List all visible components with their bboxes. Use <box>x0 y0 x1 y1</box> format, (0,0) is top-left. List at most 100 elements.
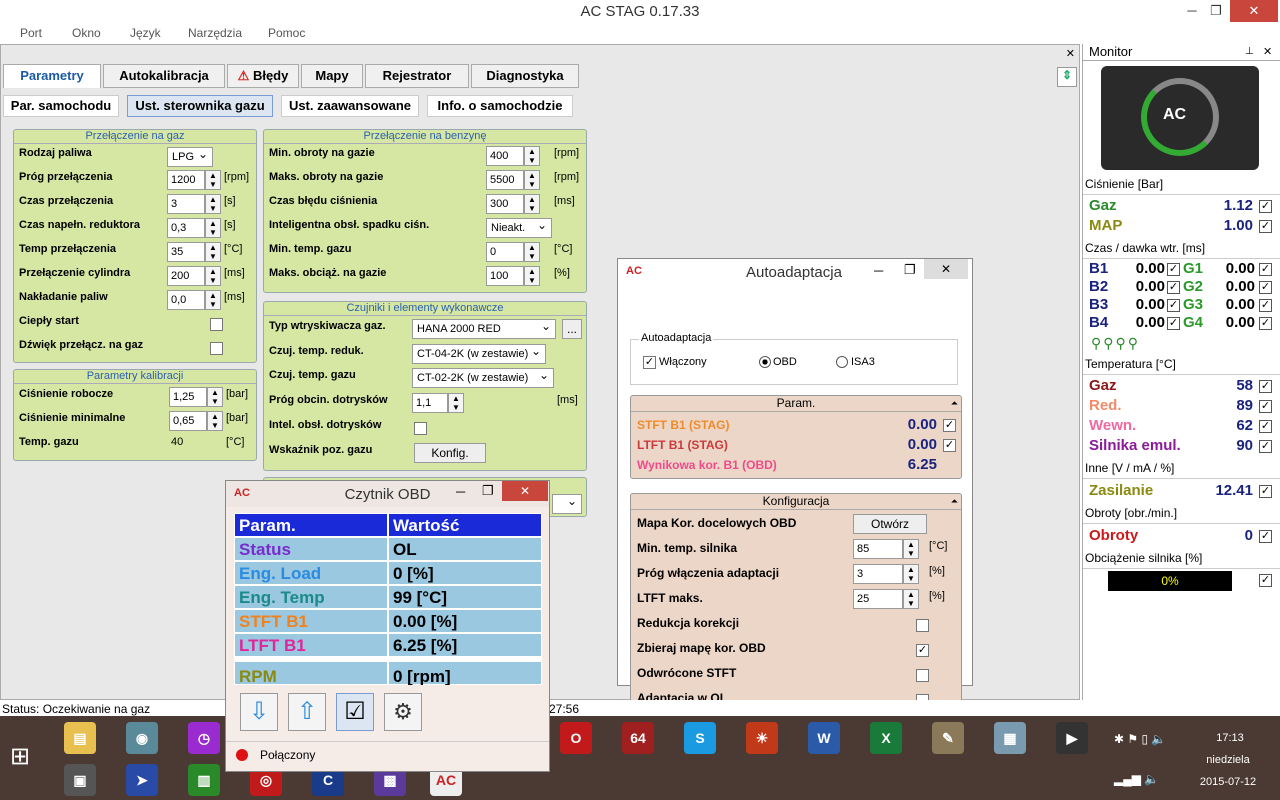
close-button[interactable]: ✕ <box>1230 0 1278 22</box>
spinner[interactable]: ▲ ▼ <box>205 218 221 238</box>
intel-injection-checkbox[interactable] <box>414 422 427 435</box>
spinner[interactable]: ▲ ▼ <box>205 170 221 190</box>
close-icon[interactable]: ✕ <box>502 481 548 501</box>
minimize-icon[interactable]: ─ <box>874 263 883 278</box>
gas-pressure-checkbox[interactable]: ✓ <box>1259 200 1272 213</box>
maximize-button[interactable]: ❐ <box>1204 0 1228 22</box>
spinner[interactable]: ▲ ▼ <box>524 242 540 262</box>
injector-type-select[interactable]: HANA 2000 RED <box>412 317 556 339</box>
media-icon[interactable]: ▶ <box>1056 722 1088 754</box>
spinner[interactable]: ▲ ▼ <box>524 194 540 214</box>
temp-gas-checkbox[interactable]: ✓ <box>1259 380 1272 393</box>
tab-bledy[interactable]: ⚠ Błędy <box>227 64 299 88</box>
working-pressure-input[interactable]: 1,25 <box>169 387 207 407</box>
config-button[interactable]: Konfig. <box>414 443 486 463</box>
reducer-fill-input[interactable]: 0,3 <box>167 218 205 238</box>
spinner[interactable]: ▲ ▼ <box>205 290 221 310</box>
inverted-stft-checkbox[interactable] <box>916 669 929 682</box>
pin-icon[interactable]: ⊥ <box>1245 46 1254 57</box>
switch-temp-input[interactable]: 35 <box>167 242 205 262</box>
spinner[interactable]: ▲ ▼ <box>524 266 540 286</box>
min-rpm-input[interactable]: 400 <box>486 146 524 166</box>
explorer-icon[interactable]: ▤ <box>64 722 96 754</box>
app64-icon[interactable]: 64 <box>622 722 654 754</box>
temp-red-checkbox[interactable]: ✓ <box>1259 400 1272 413</box>
menu-pomoc[interactable]: Pomoc <box>268 26 305 40</box>
pressure-error-input[interactable]: 300 <box>486 194 524 214</box>
pin-icon[interactable]: ⇕ <box>1057 67 1077 87</box>
stft-checkbox[interactable]: ✓ <box>943 419 956 432</box>
menu-narzedzia[interactable]: Narzędzia <box>188 26 242 40</box>
network-icon[interactable]: ▂▄▆ 🔈 <box>1114 772 1159 786</box>
spinner[interactable]: ▲ ▼ <box>207 387 223 407</box>
tab-rejestrator[interactable]: Rejestrator <box>365 64 469 88</box>
arrow-up-icon[interactable]: ⇧ <box>288 693 326 731</box>
g1-checkbox[interactable]: ✓ <box>1259 263 1272 276</box>
g4-checkbox[interactable]: ✓ <box>1259 317 1272 330</box>
supply-checkbox[interactable]: ✓ <box>1259 485 1272 498</box>
reducer-sensor-select[interactable]: CT-04-2K (w zestawie) <box>412 342 546 364</box>
open-button[interactable]: Otwórz <box>853 514 927 534</box>
checkbox-icon[interactable]: ☑ <box>336 693 374 731</box>
compass-icon[interactable]: ➤ <box>126 764 158 796</box>
rpm-checkbox[interactable]: ✓ <box>1259 530 1272 543</box>
spinner[interactable]: ▲ ▼ <box>524 146 540 166</box>
temp-int-checkbox[interactable]: ✓ <box>1259 420 1272 433</box>
gear-icon[interactable]: ⚙ <box>384 693 422 731</box>
temp-engine-checkbox[interactable]: ✓ <box>1259 440 1272 453</box>
spinner[interactable]: ▲ ▼ <box>903 539 919 559</box>
clapper-icon[interactable]: ▣ <box>64 764 96 796</box>
switch-threshold-input[interactable]: 1200 <box>167 170 205 190</box>
tab-mapy[interactable]: Mapy <box>301 64 363 88</box>
menu-okno[interactable]: Okno <box>72 26 101 40</box>
tray-icons[interactable]: ✱ ⚑ ▯ 🔈 <box>1114 732 1166 746</box>
sun-icon[interactable]: ☀ <box>746 722 778 754</box>
minimize-icon[interactable]: ─ <box>456 484 465 499</box>
subtab-ust-sterownika[interactable]: Ust. sterownika gazu <box>127 95 273 117</box>
ltft-checkbox[interactable]: ✓ <box>943 439 956 452</box>
arrow-down-icon[interactable]: ⇩ <box>240 693 278 731</box>
max-load-input[interactable]: 100 <box>486 266 524 286</box>
paint-icon[interactable]: ✎ <box>932 722 964 754</box>
b4-checkbox[interactable]: ✓ <box>1167 317 1180 330</box>
app-icon[interactable]: ◉ <box>126 722 158 754</box>
map-checkbox[interactable]: ✓ <box>1259 220 1272 233</box>
spinner[interactable]: ▲ ▼ <box>205 242 221 262</box>
calculator-icon[interactable]: ▦ <box>994 722 1026 754</box>
spinner[interactable]: ▲ ▼ <box>205 194 221 214</box>
minimize-button[interactable]: ─ <box>1180 0 1204 22</box>
load-checkbox[interactable]: ✓ <box>1259 574 1272 587</box>
g3-checkbox[interactable]: ✓ <box>1259 299 1272 312</box>
spinner[interactable]: ▲ ▼ <box>524 170 540 190</box>
spinner[interactable]: ▲ ▼ <box>903 589 919 609</box>
collapse-icon[interactable]: ⏶ <box>951 496 958 507</box>
injector-more-button[interactable]: ... <box>562 319 582 339</box>
b3-checkbox[interactable]: ✓ <box>1167 299 1180 312</box>
reduce-correction-checkbox[interactable] <box>916 619 929 632</box>
tab-autokalibracja[interactable]: Autokalibracja <box>103 64 225 88</box>
menu-port[interactable]: Port <box>20 26 42 40</box>
windows-start-icon[interactable]: ⊞ <box>10 742 30 771</box>
collapse-icon[interactable]: ⏶ <box>951 398 958 409</box>
max-rpm-input[interactable]: 5500 <box>486 170 524 190</box>
min-gas-temp-input[interactable]: 0 <box>486 242 524 262</box>
enabled-checkbox[interactable]: ✓ <box>643 356 656 369</box>
switch-time-input[interactable]: 3 <box>167 194 205 214</box>
spinner[interactable]: ▲ ▼ <box>448 393 464 413</box>
tab-parametry[interactable]: Parametry <box>3 64 101 88</box>
app-icon[interactable]: ◷ <box>188 722 220 754</box>
maximize-icon[interactable]: ❐ <box>482 483 494 499</box>
collect-map-checkbox[interactable]: ✓ <box>916 644 929 657</box>
tab-diagnostyka[interactable]: Diagnostyka <box>471 64 579 88</box>
injection-cut-input[interactable]: 1,1 <box>412 393 448 413</box>
maximize-icon[interactable]: ❐ <box>904 262 916 278</box>
min-engine-temp-input[interactable]: 85 <box>853 539 903 559</box>
spinner[interactable]: ▲ ▼ <box>205 266 221 286</box>
close-icon[interactable]: ✕ <box>1263 45 1272 58</box>
subtab-par-samochodu[interactable]: Par. samochodu <box>3 95 119 117</box>
word-icon[interactable]: W <box>808 722 840 754</box>
obd-radio[interactable] <box>759 356 771 368</box>
menu-jezyk[interactable]: Język <box>130 26 161 40</box>
g2-checkbox[interactable]: ✓ <box>1259 281 1272 294</box>
isa3-radio[interactable] <box>836 356 848 368</box>
